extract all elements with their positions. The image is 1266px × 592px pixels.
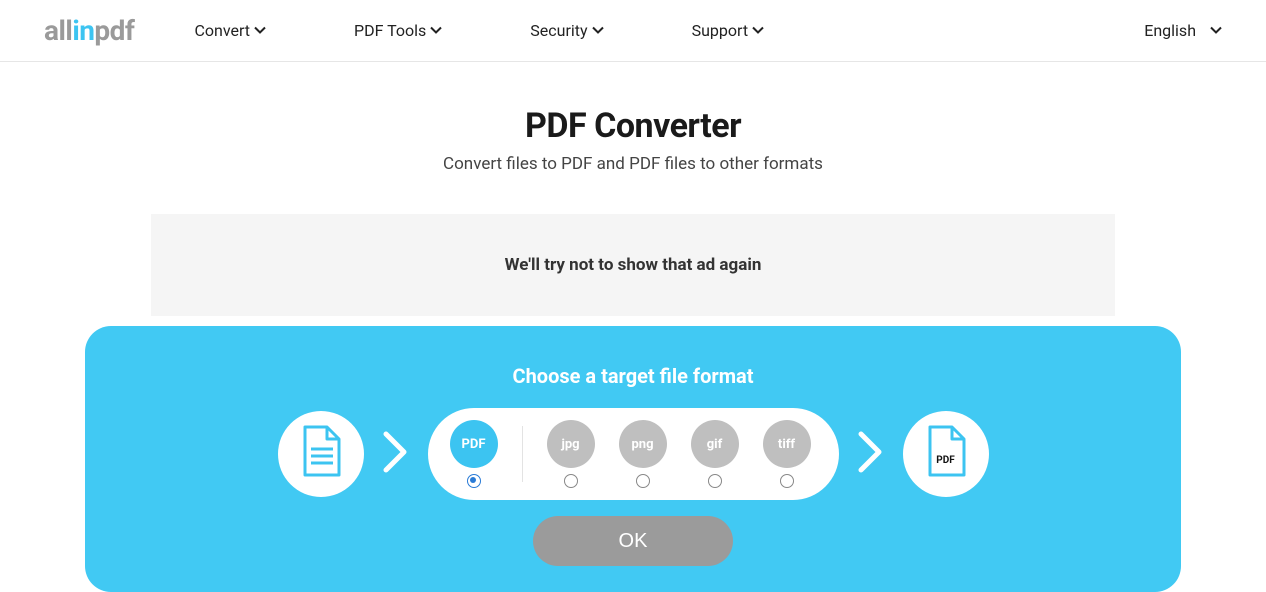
chevron-down-icon	[254, 21, 266, 40]
chevron-down-icon	[752, 21, 764, 40]
format-gif-badge: gif	[691, 420, 739, 468]
nav-security-label: Security	[530, 21, 587, 40]
nav-pdftools-label: PDF Tools	[354, 21, 426, 40]
format-pdf-badge: PDF	[450, 420, 498, 468]
nav-pdftools[interactable]: PDF Tools	[354, 21, 442, 40]
format-png-badge: png	[619, 420, 667, 468]
format-tiff-radio[interactable]	[780, 474, 794, 488]
top-nav: allinpdf Convert PDF Tools Security Supp…	[0, 0, 1266, 62]
target-file-badge: PDF	[903, 411, 989, 497]
chevron-down-icon	[592, 21, 604, 40]
nav-support[interactable]: Support	[692, 21, 764, 40]
format-option-tiff[interactable]: tiff	[763, 420, 811, 488]
format-option-pdf[interactable]: PDF	[450, 420, 498, 488]
pdf-file-label: PDF	[924, 455, 968, 466]
nav-support-label: Support	[692, 21, 748, 40]
format-png-radio[interactable]	[636, 474, 650, 488]
converter-panel: Choose a target file format	[85, 326, 1181, 592]
source-file-badge	[278, 411, 364, 497]
format-option-gif[interactable]: gif	[691, 420, 739, 488]
ok-button[interactable]: OK	[533, 516, 733, 566]
format-selector: PDF jpg png gif tiff	[428, 408, 839, 500]
chevron-down-icon	[430, 21, 442, 40]
language-selector[interactable]: English	[1144, 21, 1222, 40]
format-gif-radio[interactable]	[708, 474, 722, 488]
main-content: PDF Converter Convert files to PDF and P…	[0, 62, 1266, 592]
logo-part-in: in	[72, 14, 94, 47]
logo-part-pdf: pdf	[94, 14, 134, 47]
ad-message: We'll try not to show that ad again	[505, 255, 762, 275]
document-icon	[299, 425, 343, 483]
language-label: English	[1144, 21, 1196, 40]
nav-security[interactable]: Security	[530, 21, 603, 40]
format-row: PDF jpg png gif tiff	[85, 408, 1181, 500]
page-title: PDF Converter	[0, 106, 1266, 146]
chevron-down-icon	[1210, 21, 1222, 40]
chevron-right-icon	[857, 430, 885, 478]
pdf-file-icon: PDF	[924, 425, 968, 483]
page-subtitle: Convert files to PDF and PDF files to ot…	[0, 154, 1266, 174]
format-option-jpg[interactable]: jpg	[547, 420, 595, 488]
nav-convert[interactable]: Convert	[194, 21, 266, 40]
nav-convert-label: Convert	[194, 21, 250, 40]
format-jpg-badge: jpg	[547, 420, 595, 468]
format-jpg-radio[interactable]	[564, 474, 578, 488]
format-tiff-badge: tiff	[763, 420, 811, 468]
main-nav: Convert PDF Tools Security Support	[194, 21, 764, 40]
logo-part-all: all	[44, 14, 72, 47]
format-option-png[interactable]: png	[619, 420, 667, 488]
format-divider	[522, 426, 523, 482]
logo[interactable]: allinpdf	[44, 14, 134, 47]
ad-notice: We'll try not to show that ad again	[151, 214, 1115, 316]
chevron-right-icon	[382, 430, 410, 478]
format-pdf-radio[interactable]	[467, 474, 481, 488]
panel-heading: Choose a target file format	[85, 364, 1181, 388]
